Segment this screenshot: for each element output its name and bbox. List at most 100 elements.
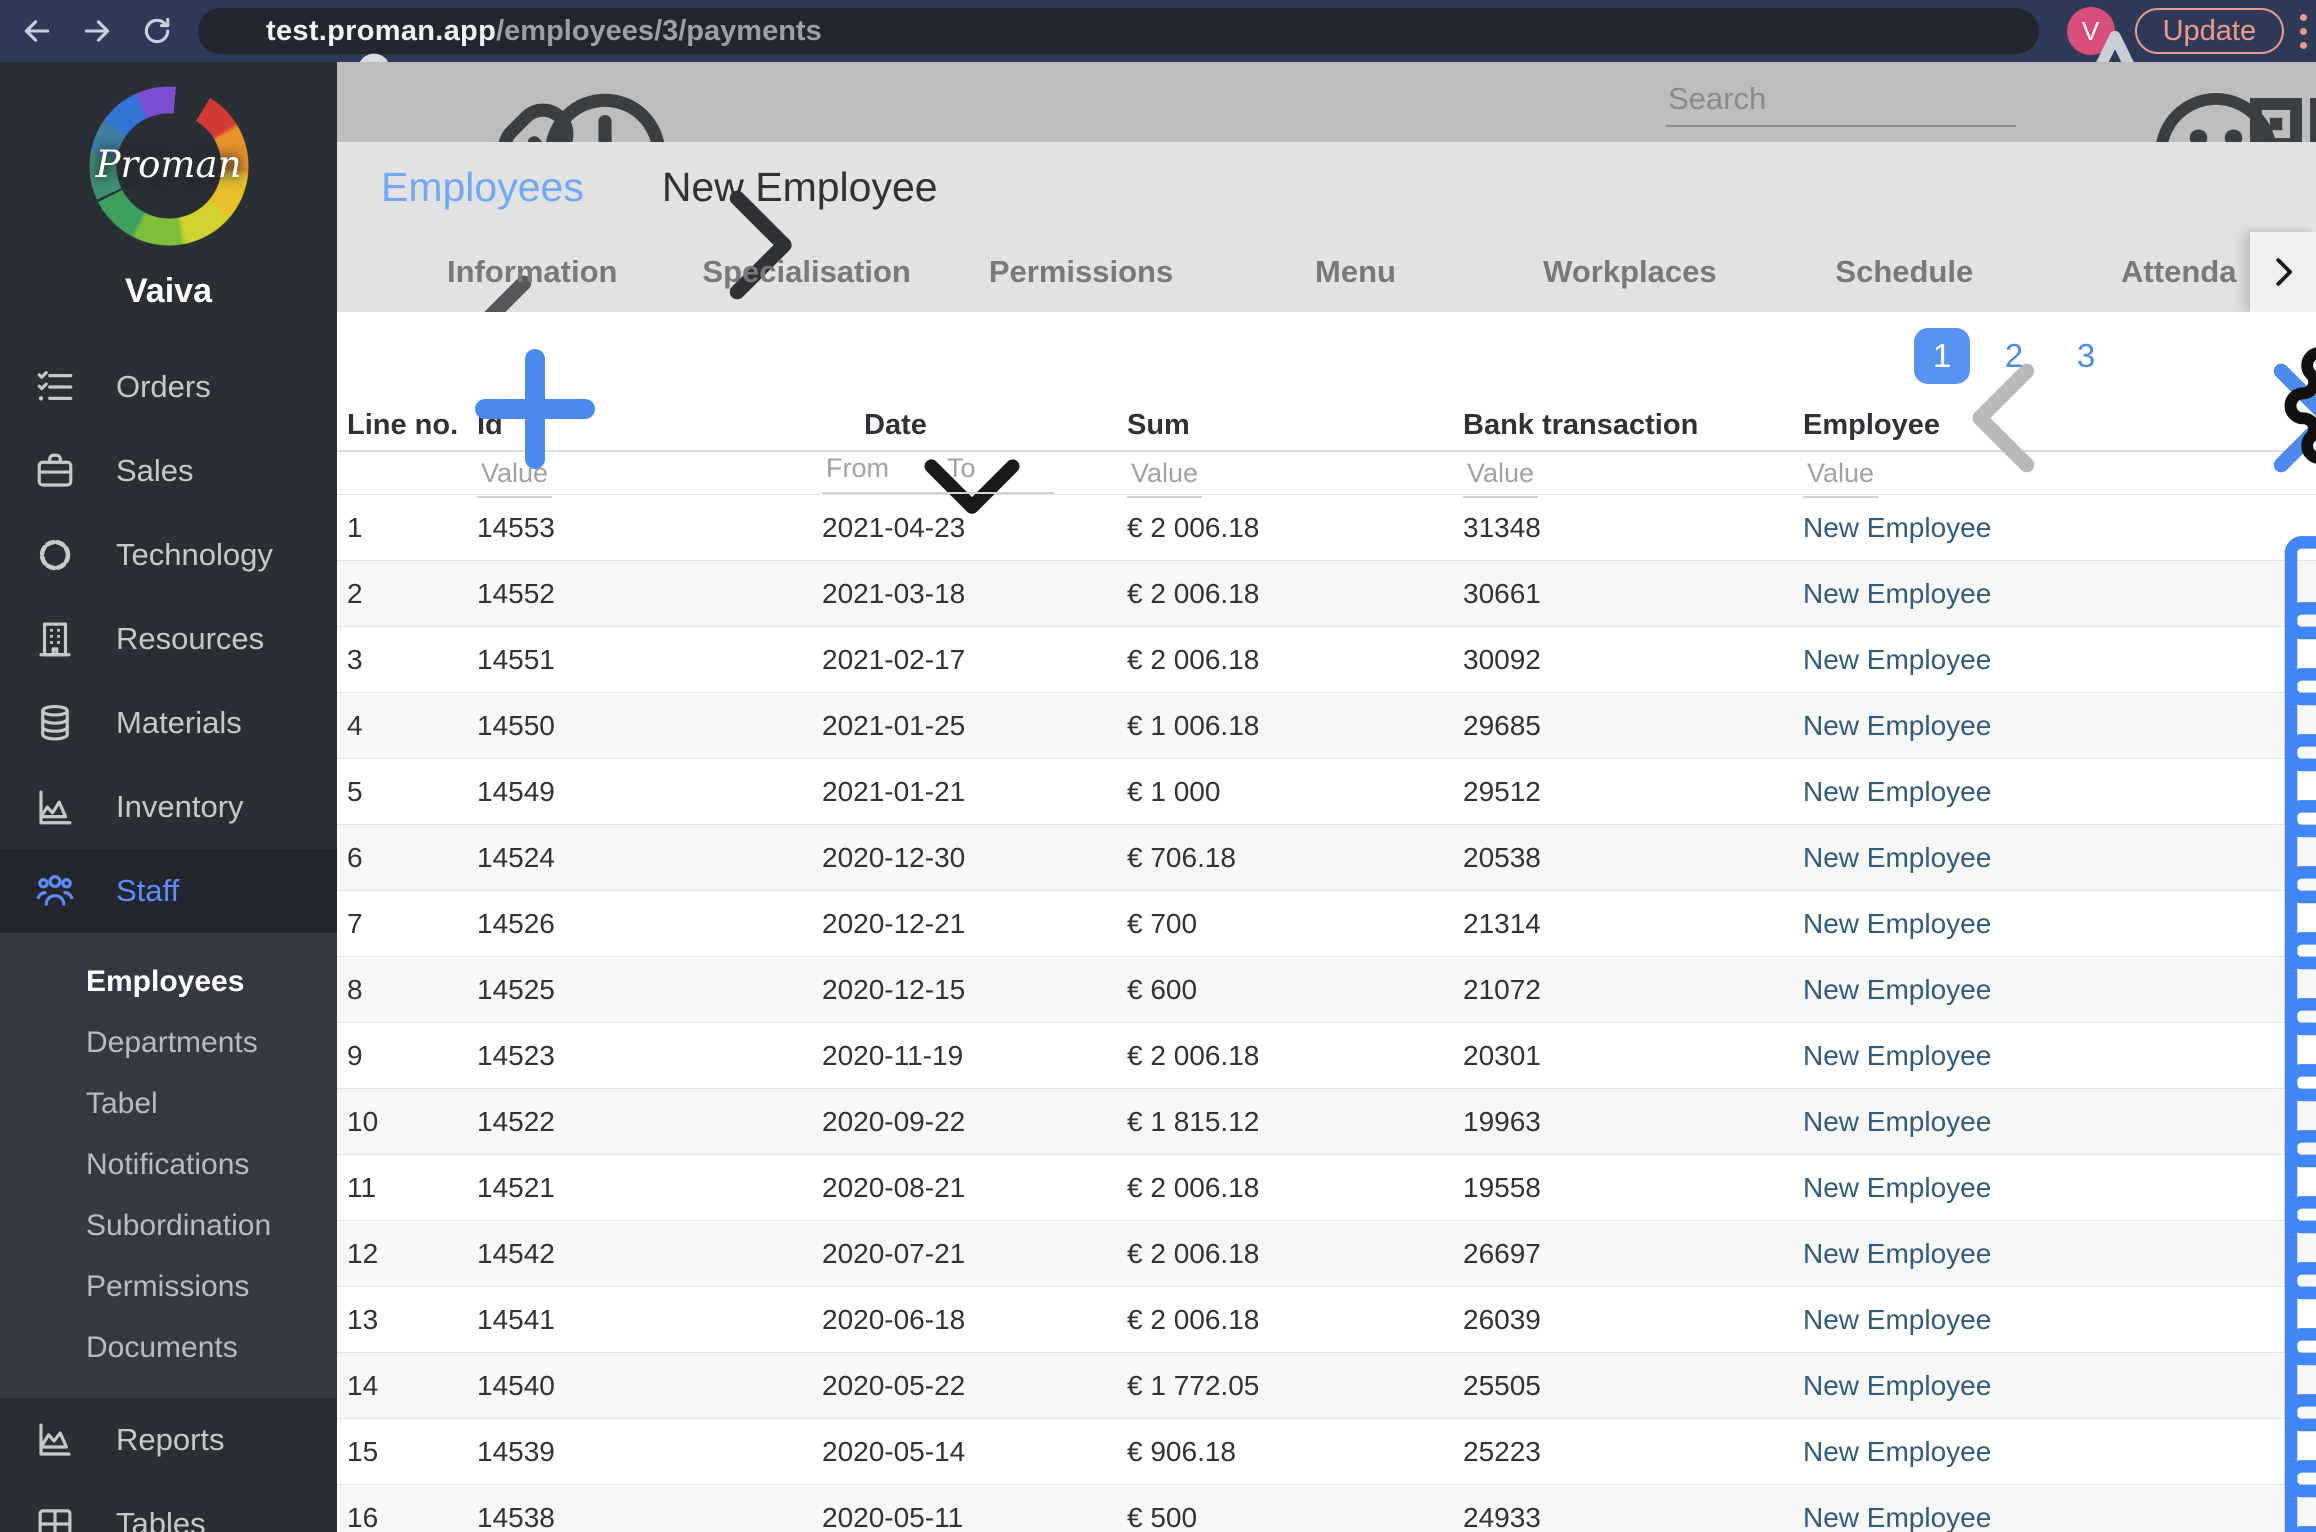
table-settings-gear-icon[interactable] [2210,331,2260,381]
add-payment-icon[interactable] [385,334,429,378]
tab[interactable]: Schedule [1767,254,2041,290]
clock-icon[interactable] [455,79,501,125]
edit-row-icon[interactable] [2191,574,2231,614]
cell-employee-link[interactable]: New Employee [1803,644,2191,676]
cell-employee-link[interactable]: New Employee [1803,974,2191,1006]
edit-row-icon[interactable] [2191,1168,2231,1208]
delete-row-icon[interactable] [2267,772,2307,812]
delete-row-icon[interactable] [2267,904,2307,944]
tabs-scroll-left-icon[interactable] [355,255,389,289]
browser-forward-icon[interactable] [80,14,114,48]
tab[interactable]: Permissions [944,254,1218,290]
edit-row-icon[interactable] [2191,1036,2231,1076]
cell-employee-link[interactable]: New Employee [1803,1502,2191,1532]
cell-employee-link[interactable]: New Employee [1803,908,2191,940]
filter-sum-input[interactable]: Value [1127,457,1203,498]
tabs-scroll-right[interactable] [2250,232,2316,312]
delete-row-icon[interactable] [2267,1432,2307,1472]
delete-employee-icon[interactable] [2232,162,2282,212]
edit-row-icon[interactable] [2191,1300,2231,1340]
cell-employee-link[interactable]: New Employee [1803,1304,2191,1336]
sidebar-item[interactable]: Staff [0,849,337,933]
cell-employee-link[interactable]: New Employee [1803,512,2191,544]
delete-row-icon[interactable] [2267,1036,2307,1076]
edit-row-icon[interactable] [2191,838,2231,878]
column-header-sum[interactable]: Sum [1127,409,1463,442]
search-input[interactable] [1666,77,2016,125]
edit-row-icon[interactable] [2191,1432,2231,1472]
column-header-bank[interactable]: Bank transaction [1463,409,1803,442]
edit-row-icon[interactable] [2191,970,2231,1010]
tab[interactable]: Menu [1218,254,1492,290]
cell-employee-link[interactable]: New Employee [1803,776,2191,808]
submenu-item[interactable]: Subordination [0,1195,337,1256]
edit-row-icon[interactable] [2191,1234,2231,1274]
submenu-item[interactable]: Permissions [0,1256,337,1317]
browser-menu-icon[interactable] [2298,13,2308,49]
sidebar-item-icon [34,1503,76,1532]
submenu-item[interactable]: Documents [0,1317,337,1378]
delete-row-icon[interactable] [2267,640,2307,680]
browser-back-icon[interactable] [20,14,54,48]
delete-row-icon[interactable] [2267,1168,2307,1208]
submenu-item[interactable]: Employees [0,951,337,1012]
edit-row-icon[interactable] [2191,508,2231,548]
cell-employee-link[interactable]: New Employee [1803,1172,2191,1204]
edit-row-icon[interactable] [2191,706,2231,746]
tab[interactable]: Specialisation [669,254,943,290]
delete-row-icon[interactable] [2267,1300,2307,1340]
sidebar-item[interactable]: Resources [0,597,337,681]
filter-date-range[interactable]: From To [822,453,1054,494]
sidebar-item[interactable]: Orders [0,345,337,429]
edit-row-icon[interactable] [2191,904,2231,944]
delete-row-icon[interactable] [2267,508,2307,548]
sidebar-item[interactable]: Sales [0,429,337,513]
sidebar-item[interactable]: Reports [0,1398,337,1482]
edit-row-icon[interactable] [2191,1102,2231,1142]
link-icon[interactable] [373,79,419,125]
edit-row-icon[interactable] [2191,640,2231,680]
pagination-page[interactable]: 3 [2058,328,2114,384]
hamburger-menu-icon[interactable] [2246,79,2292,125]
delete-row-icon[interactable] [2267,706,2307,746]
qr-code-icon[interactable] [2156,79,2202,125]
breadcrumb-parent-link[interactable]: Employees [381,164,584,211]
pagination-next-icon[interactable] [2150,343,2176,369]
delete-row-icon[interactable] [2267,1498,2307,1532]
sidebar-item[interactable]: Materials [0,681,337,765]
cell-employee-link[interactable]: New Employee [1803,1238,2191,1270]
smiley-icon[interactable] [2066,79,2112,125]
pagination-page[interactable]: 2 [1986,328,2042,384]
delete-row-icon[interactable] [2267,574,2307,614]
tab[interactable]: Workplaces [1493,254,1767,290]
url-bar[interactable]: test.proman.app/employees/3/payments [198,8,2039,54]
browser-reload-icon[interactable] [140,14,174,48]
cell-employee-link[interactable]: New Employee [1803,1436,2191,1468]
sidebar-item[interactable]: Technology [0,513,337,597]
cell-employee-link[interactable]: New Employee [1803,710,2191,742]
cell-employee-link[interactable]: New Employee [1803,842,2191,874]
tab[interactable]: Information [395,254,669,290]
column-header-date[interactable]: Date [822,409,1127,442]
delete-row-icon[interactable] [2267,1102,2307,1142]
edit-row-icon[interactable] [2191,772,2231,812]
delete-row-icon[interactable] [2267,838,2307,878]
pagination-page[interactable]: 1 [1914,328,1970,384]
submenu-item[interactable]: Notifications [0,1134,337,1195]
delete-row-icon[interactable] [2267,1366,2307,1406]
filter-bank-input[interactable]: Value [1463,457,1539,498]
submenu-item[interactable]: Tabel [0,1073,337,1134]
edit-row-icon[interactable] [2191,1498,2231,1532]
sidebar-item[interactable]: Inventory [0,765,337,849]
cell-employee-link[interactable]: New Employee [1803,1040,2191,1072]
cell-employee-link[interactable]: New Employee [1803,578,2191,610]
delete-row-icon[interactable] [2267,970,2307,1010]
sidebar-item[interactable]: Tables [0,1482,337,1532]
delete-row-icon[interactable] [2267,1234,2307,1274]
submenu-item[interactable]: Departments [0,1012,337,1073]
cell-employee-link[interactable]: New Employee [1803,1370,2191,1402]
pagination-prev-icon[interactable] [1858,343,1884,369]
edit-row-icon[interactable] [2191,1366,2231,1406]
cell-employee-link[interactable]: New Employee [1803,1106,2191,1138]
bookmark-star-icon[interactable] [1965,14,1999,48]
